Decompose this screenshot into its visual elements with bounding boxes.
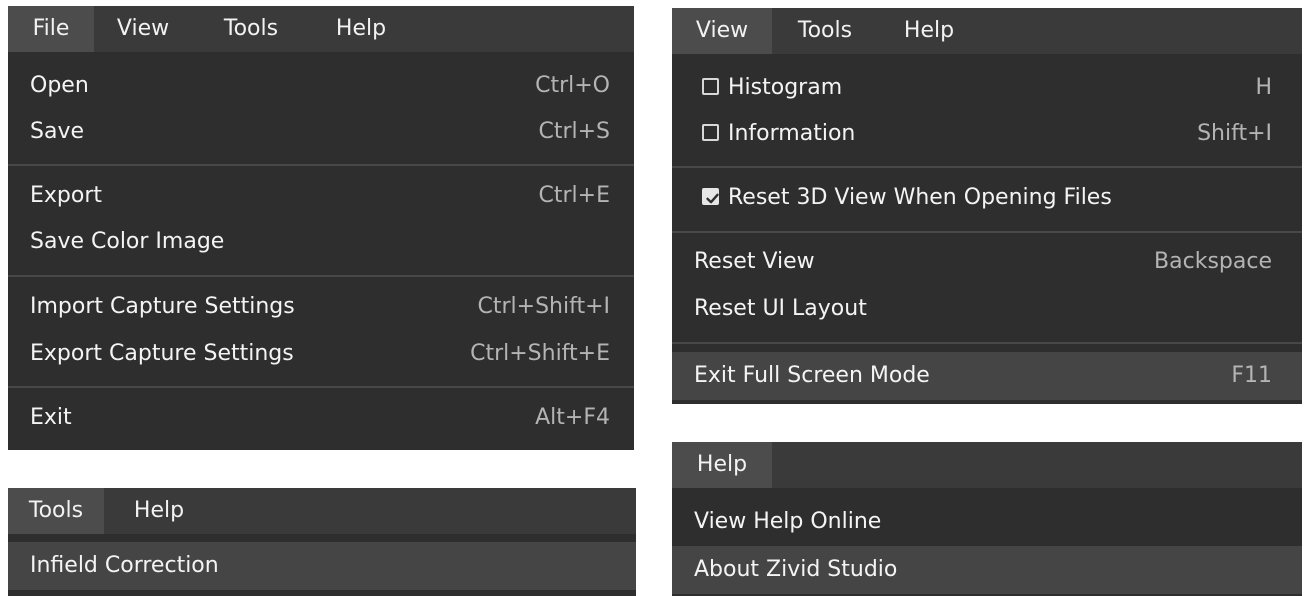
menu-item-import-capture-settings[interactable]: Import Capture Settings Ctrl+Shift+I bbox=[8, 283, 634, 331]
menu-separator bbox=[672, 166, 1302, 168]
menu-item-label: Reset UI Layout bbox=[694, 296, 867, 321]
shortcut-label: Alt+F4 bbox=[535, 405, 610, 430]
menu-item-label: Exit bbox=[30, 405, 72, 430]
menubar-help[interactable]: Help bbox=[672, 442, 772, 488]
menu-item-label: Infield Correction bbox=[30, 553, 219, 578]
menu-item-infield-correction[interactable]: Infield Correction bbox=[8, 542, 636, 590]
file-menu-panel: File View Tools Help Open Ctrl+O Save Ct… bbox=[8, 6, 634, 450]
menu-item-label: Open bbox=[30, 73, 89, 98]
shortcut-label: Shift+I bbox=[1197, 121, 1272, 146]
menu-item-label: Information bbox=[728, 121, 856, 146]
shortcut-label: Ctrl+Shift+E bbox=[470, 341, 610, 366]
menu-item-label: Export Capture Settings bbox=[30, 341, 294, 366]
menu-separator bbox=[8, 386, 634, 388]
shortcut-label: Ctrl+Shift+I bbox=[477, 294, 610, 319]
menu-separator bbox=[8, 275, 634, 277]
menu-item-label: Histogram bbox=[728, 75, 843, 100]
menu-item-reset-3d-view[interactable]: Reset 3D View When Opening Files bbox=[672, 174, 1302, 222]
menu-item-view-help-online[interactable]: View Help Online bbox=[672, 498, 1302, 546]
menu-item-reset-ui-layout[interactable]: Reset UI Layout bbox=[672, 285, 1302, 333]
menubar-view[interactable]: View bbox=[672, 8, 772, 54]
menu-item-information[interactable]: Information Shift+I bbox=[672, 110, 1302, 158]
menu-item-exit-full-screen[interactable]: Exit Full Screen Mode F11 bbox=[672, 352, 1302, 400]
menu-item-exit[interactable]: Exit Alt+F4 bbox=[8, 394, 634, 442]
shortcut-label: Ctrl+O bbox=[535, 73, 610, 98]
tools-menu-panel: Tools Help Infield Correction bbox=[8, 488, 636, 596]
shortcut-label: F11 bbox=[1231, 363, 1272, 388]
menubar-view[interactable]: View bbox=[100, 6, 186, 52]
menu-item-label: Exit Full Screen Mode bbox=[694, 363, 930, 388]
menu-item-label: Reset 3D View When Opening Files bbox=[728, 185, 1112, 210]
menu-item-export-capture-settings[interactable]: Export Capture Settings Ctrl+Shift+E bbox=[8, 330, 634, 378]
menu-item-label: Save Color Image bbox=[30, 229, 225, 254]
shortcut-label: Backspace bbox=[1154, 249, 1272, 274]
menu-item-about-zivid-studio[interactable]: About Zivid Studio bbox=[672, 546, 1302, 594]
menubar-tools[interactable]: Tools bbox=[208, 6, 294, 52]
shortcut-label: H bbox=[1255, 75, 1272, 100]
menu-separator bbox=[8, 164, 634, 166]
menu-item-label: Export bbox=[30, 183, 103, 208]
menubar-help[interactable]: Help bbox=[884, 8, 974, 54]
menu-item-export[interactable]: Export Ctrl+E bbox=[8, 172, 634, 220]
menubar-file[interactable]: File bbox=[8, 6, 94, 52]
menu-item-label: Reset View bbox=[694, 249, 815, 274]
menubar-tools[interactable]: Tools bbox=[780, 8, 870, 54]
menubar-tools[interactable]: Tools bbox=[8, 488, 104, 534]
menu-separator bbox=[672, 342, 1302, 344]
menubar-help[interactable]: Help bbox=[114, 488, 204, 534]
menubar: View Tools Help bbox=[672, 8, 1302, 54]
menu-separator bbox=[672, 231, 1302, 233]
menu-item-label: Save bbox=[30, 119, 85, 144]
menubar-help[interactable]: Help bbox=[318, 6, 404, 52]
menu-item-label: Import Capture Settings bbox=[30, 294, 295, 319]
menu-item-label: About Zivid Studio bbox=[694, 557, 898, 582]
checkbox-checked-icon[interactable] bbox=[702, 188, 719, 205]
menubar: Help bbox=[672, 442, 1302, 488]
help-menu-panel: Help View Help Online About Zivid Studio bbox=[672, 442, 1302, 596]
menu-item-save[interactable]: Save Ctrl+S bbox=[8, 108, 634, 156]
menu-item-histogram[interactable]: Histogram H bbox=[672, 64, 1302, 112]
shortcut-label: Ctrl+S bbox=[538, 119, 610, 144]
menu-item-label: View Help Online bbox=[694, 509, 882, 534]
menu-item-save-color-image[interactable]: Save Color Image bbox=[8, 218, 634, 266]
checkbox-icon[interactable] bbox=[702, 78, 719, 95]
view-menu-panel: View Tools Help Histogram H Information … bbox=[672, 8, 1302, 404]
menu-item-reset-view[interactable]: Reset View Backspace bbox=[672, 238, 1302, 286]
shortcut-label: Ctrl+E bbox=[538, 183, 610, 208]
menu-item-open[interactable]: Open Ctrl+O bbox=[8, 62, 634, 110]
menubar: Tools Help bbox=[8, 488, 636, 534]
menubar: File View Tools Help bbox=[8, 6, 634, 52]
checkbox-icon[interactable] bbox=[702, 124, 719, 141]
